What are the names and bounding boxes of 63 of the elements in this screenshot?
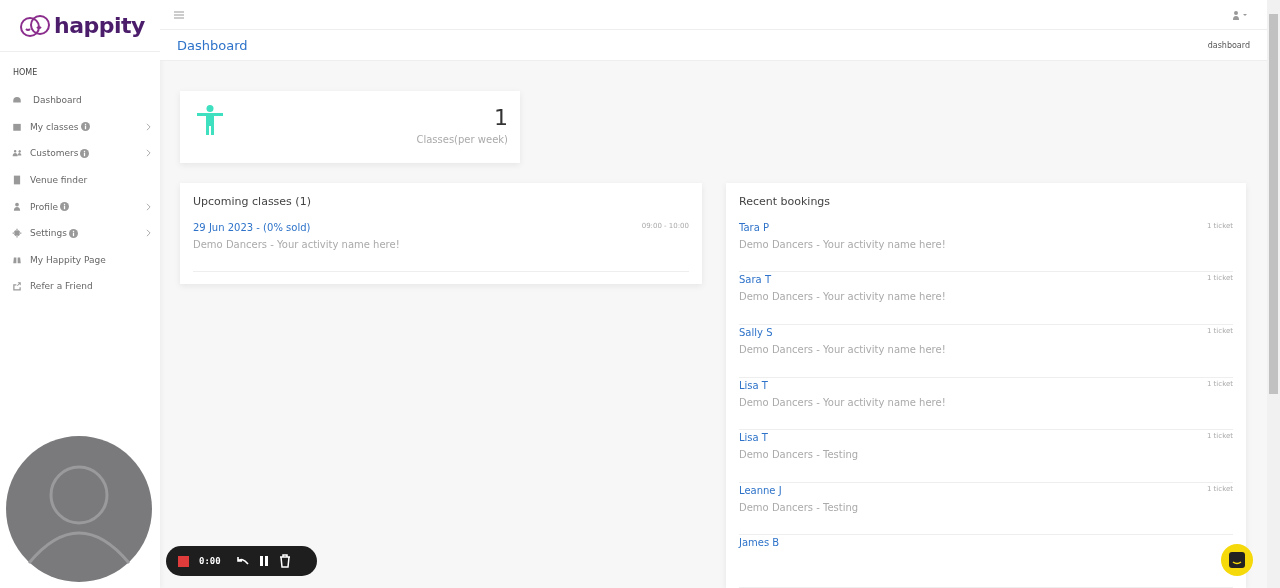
booking-description: Demo Dancers - Your activity name here! <box>739 291 947 303</box>
user-menu-button[interactable] <box>1233 9 1249 20</box>
scrollbar[interactable] <box>1267 0 1280 588</box>
customer-name-link[interactable]: James B <box>739 537 780 549</box>
chevron-icon <box>146 149 151 158</box>
settings-icon <box>12 228 22 239</box>
chat-button[interactable] <box>1221 544 1253 576</box>
chat-icon <box>1227 550 1247 570</box>
page-title: Dashboard <box>177 37 248 53</box>
people-icon <box>12 148 22 159</box>
undo-icon <box>236 556 249 566</box>
customer-name-link[interactable]: Leanne J <box>739 484 782 496</box>
webcam-avatar-icon <box>5 435 153 583</box>
customer-name-link[interactable]: Lisa T <box>739 432 768 444</box>
section-heading: HOME <box>12 67 39 79</box>
sidebar-item[interactable]: Dashboard <box>0 87 160 114</box>
chevron-icon <box>146 202 151 211</box>
info-icon <box>68 228 78 238</box>
stat-value: 1 <box>494 104 508 130</box>
card-title: Recent bookings <box>739 194 832 208</box>
sidebar-item[interactable]: Settings <box>0 219 160 247</box>
recording-time: 0:00 <box>199 556 221 566</box>
booking-description: Demo Dancers - Testing <box>739 449 860 461</box>
class-date-link[interactable]: 29 Jun 2023 - (0% sold) <box>193 221 311 233</box>
customer-name-link[interactable]: Sally S <box>739 327 773 339</box>
info-icon <box>80 149 90 158</box>
class-description: Demo Dancers - Your activity name here! <box>193 238 401 250</box>
customer-name-link[interactable]: Lisa T <box>739 379 768 391</box>
brand-name: happity <box>54 13 145 38</box>
delete-button[interactable] <box>278 554 291 568</box>
info-icon <box>80 122 90 132</box>
share-icon <box>12 281 22 292</box>
booking-description: Demo Dancers - Your activity name here! <box>739 344 947 356</box>
stop-button[interactable] <box>178 555 189 567</box>
booking-description: Demo Dancers - Your activity name here! <box>739 396 947 408</box>
pause-icon <box>258 555 269 567</box>
sidebar-item[interactable]: Venue finder <box>0 166 160 194</box>
person-icon <box>197 104 223 135</box>
sidebar-item[interactable]: Refer a Friend <box>0 273 160 300</box>
pause-button[interactable] <box>258 555 269 567</box>
logo-icon <box>18 12 52 39</box>
info-icon <box>60 202 69 212</box>
stat-label: Classes(per week) <box>416 133 508 145</box>
sidebar-item[interactable]: My Happity Page <box>0 246 160 274</box>
undo-button[interactable] <box>236 556 249 566</box>
calendar-icon <box>12 121 22 132</box>
customer-name-link[interactable]: Sara T <box>739 274 771 286</box>
booking-description: Demo Dancers - Testing <box>739 501 860 513</box>
card-title: Upcoming classes (1) <box>193 194 312 208</box>
menu-icon <box>174 10 184 19</box>
chevron-icon <box>146 122 151 131</box>
customer-name-link[interactable]: Tara P <box>739 221 770 233</box>
sidebar-item[interactable]: Customers <box>0 140 160 167</box>
user-icon <box>1233 9 1249 20</box>
dashboard-icon <box>12 95 22 106</box>
sidebar-item[interactable]: My classes <box>0 113 160 141</box>
breadcrumb-link[interactable]: dashboard <box>1207 40 1250 50</box>
booking-description: Demo Dancers - Your activity name here! <box>739 238 947 250</box>
user-icon <box>12 201 22 212</box>
chevron-icon <box>146 229 151 238</box>
trash-icon <box>278 554 291 568</box>
sidebar-item[interactable]: Profile <box>0 193 160 220</box>
building-icon <box>12 175 22 186</box>
